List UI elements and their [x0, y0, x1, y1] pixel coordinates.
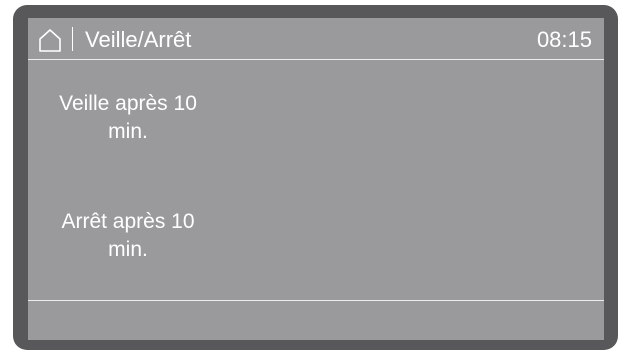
shutdown-option-unit: min.: [108, 238, 148, 261]
standby-option[interactable]: Veille après 10 min.: [38, 90, 218, 146]
footer-separator: [28, 300, 604, 301]
header-divider: [72, 27, 73, 51]
header-bar: Veille/Arrêt 08:15: [28, 18, 604, 58]
clock-time: 08:15: [536, 27, 592, 52]
shutdown-option-label: Arrêt après 10: [61, 210, 195, 233]
page-title: Veille/Arrêt: [85, 27, 192, 52]
header-separator: [28, 59, 604, 60]
display-screen: Veille/Arrêt 08:15 Veille après 10 min. …: [28, 18, 604, 340]
home-icon[interactable]: [38, 28, 62, 52]
shutdown-option[interactable]: Arrêt après 10 min.: [38, 208, 218, 264]
standby-option-label: Veille après 10: [59, 92, 197, 115]
standby-option-unit: min.: [108, 120, 148, 143]
